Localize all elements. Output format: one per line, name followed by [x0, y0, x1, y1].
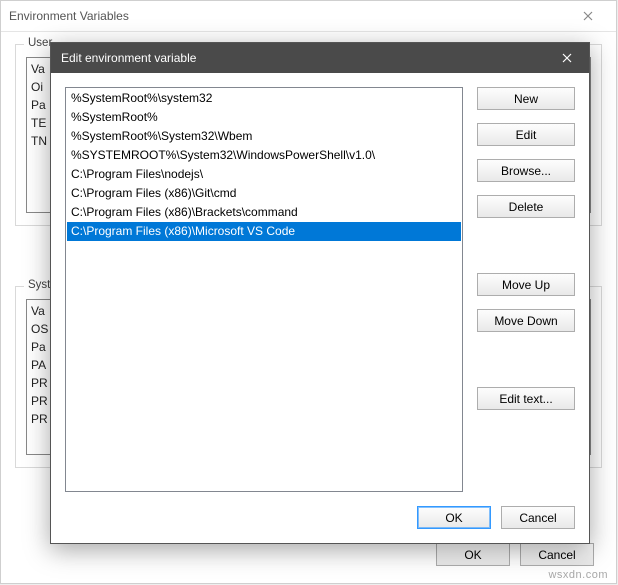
- dialog-bottom-buttons: OK Cancel: [51, 492, 589, 543]
- dialog-titlebar: Edit environment variable: [51, 43, 589, 73]
- new-button[interactable]: New: [477, 87, 575, 110]
- path-item[interactable]: %SystemRoot%\System32\Wbem: [67, 127, 461, 146]
- dialog-button-column: New Edit Browse... Delete Move Up Move D…: [477, 87, 575, 492]
- env-vars-close-button[interactable]: [568, 1, 608, 31]
- path-item[interactable]: C:\Program Files (x86)\Git\cmd: [67, 184, 461, 203]
- path-item[interactable]: %SystemRoot%\system32: [67, 89, 461, 108]
- dialog-close-button[interactable]: [544, 43, 589, 73]
- edit-env-var-dialog: Edit environment variable %SystemRoot%\s…: [50, 42, 590, 544]
- env-vars-ok-button[interactable]: OK: [436, 543, 510, 566]
- dialog-cancel-button[interactable]: Cancel: [501, 506, 575, 529]
- path-item[interactable]: %SystemRoot%: [67, 108, 461, 127]
- path-item[interactable]: C:\Program Files (x86)\Brackets\command: [67, 203, 461, 222]
- edit-text-button[interactable]: Edit text...: [477, 387, 575, 410]
- dialog-title: Edit environment variable: [61, 51, 196, 65]
- edit-button[interactable]: Edit: [477, 123, 575, 146]
- dialog-ok-button[interactable]: OK: [417, 506, 491, 529]
- env-vars-title: Environment Variables: [9, 9, 129, 23]
- watermark-text: wsxdn.com: [548, 569, 608, 581]
- move-up-button[interactable]: Move Up: [477, 273, 575, 296]
- move-down-button[interactable]: Move Down: [477, 309, 575, 332]
- delete-button[interactable]: Delete: [477, 195, 575, 218]
- path-item[interactable]: %SYSTEMROOT%\System32\WindowsPowerShell\…: [67, 146, 461, 165]
- path-item[interactable]: C:\Program Files\nodejs\: [67, 165, 461, 184]
- env-vars-titlebar: Environment Variables: [1, 1, 616, 32]
- env-vars-cancel-button[interactable]: Cancel: [520, 543, 594, 566]
- browse-button[interactable]: Browse...: [477, 159, 575, 182]
- path-item[interactable]: C:\Program Files (x86)\Microsoft VS Code: [67, 222, 461, 241]
- close-icon: [562, 53, 572, 63]
- path-list[interactable]: %SystemRoot%\system32%SystemRoot%%System…: [65, 87, 463, 492]
- close-icon: [583, 11, 593, 21]
